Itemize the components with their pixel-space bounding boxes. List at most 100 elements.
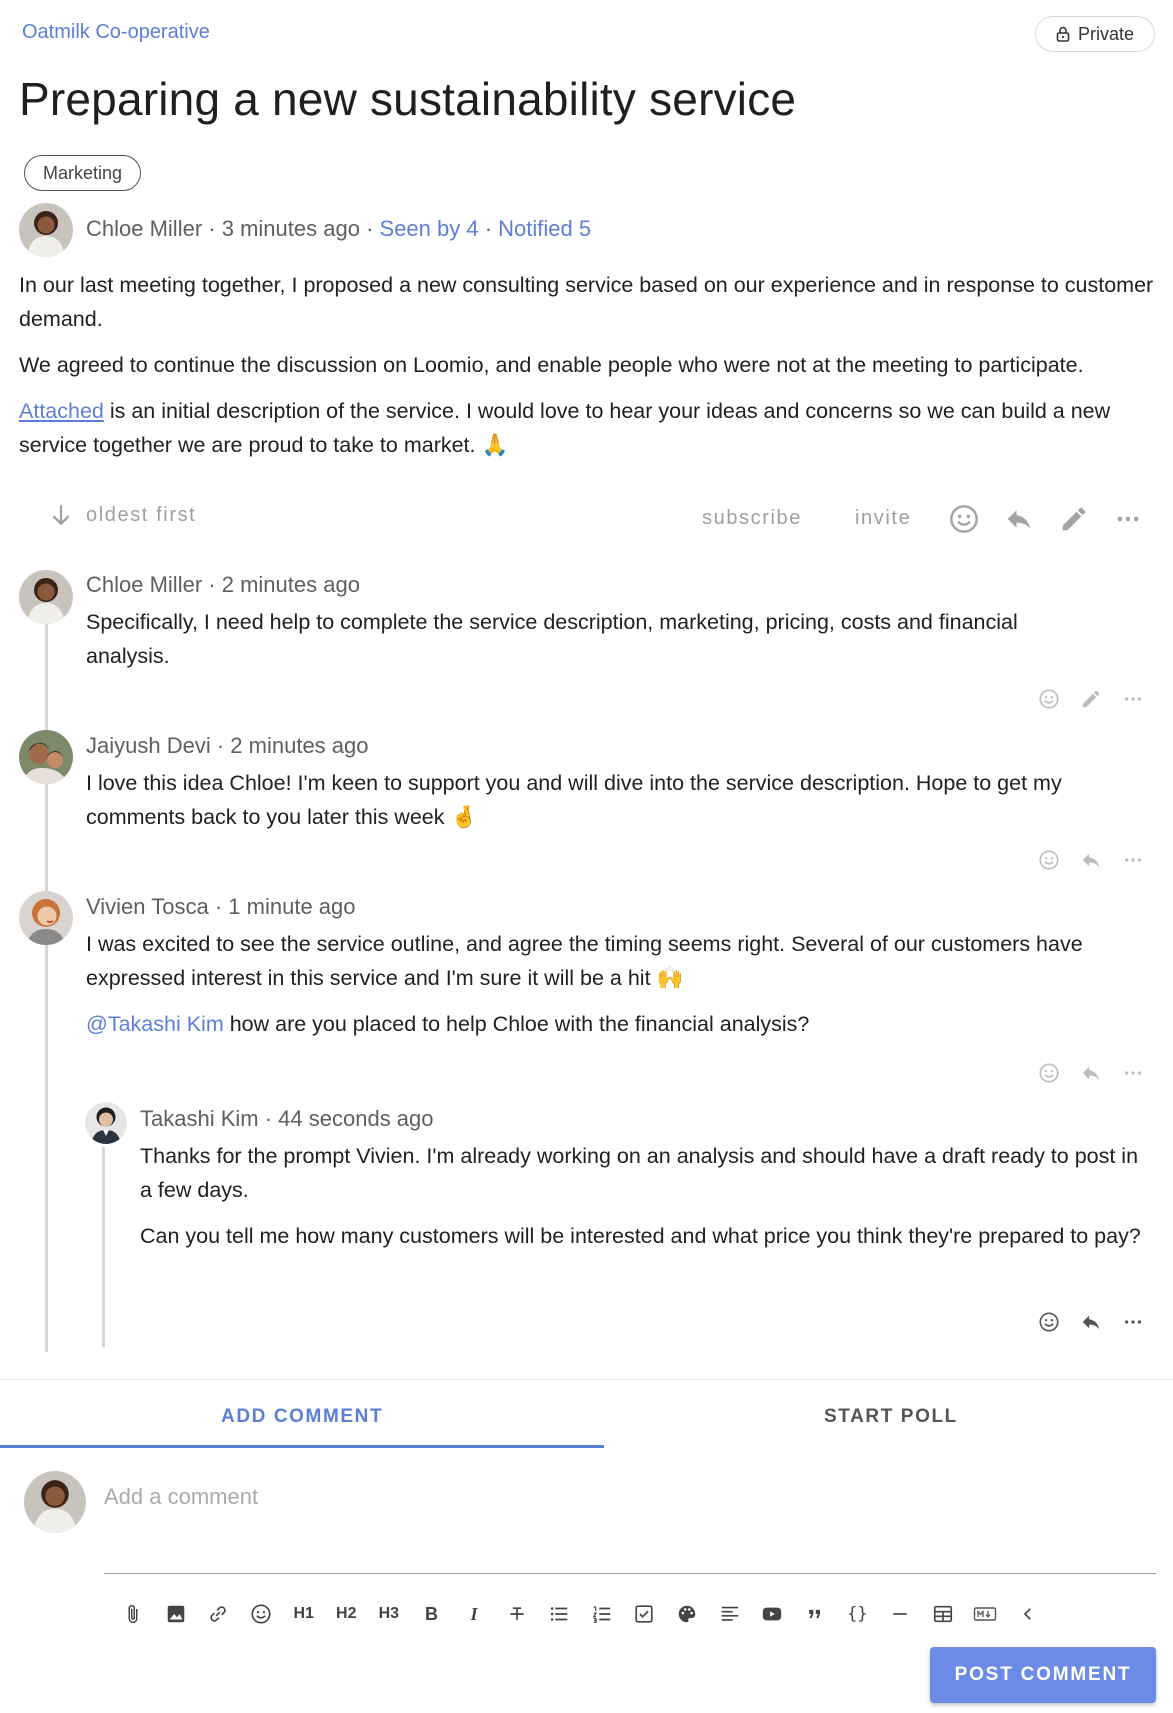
- video-icon: [763, 1607, 782, 1621]
- avatar[interactable]: [19, 730, 73, 784]
- image-icon: [167, 1605, 185, 1623]
- react-button[interactable]: [1035, 1308, 1063, 1336]
- code-button[interactable]: {}: [836, 1597, 879, 1631]
- tab-add-comment[interactable]: ADD COMMENT: [221, 1406, 383, 1428]
- emoji-button[interactable]: [240, 1597, 283, 1631]
- palette-icon: [678, 1605, 696, 1623]
- privacy-label: Private: [1077, 23, 1135, 44]
- more-horiz-icon: [1124, 1071, 1142, 1075]
- author-name[interactable]: Takashi Kim: [140, 1106, 259, 1131]
- quote-button[interactable]: [794, 1597, 837, 1631]
- strikethrough-button[interactable]: [495, 1597, 538, 1631]
- avatar-chloe-image: [24, 1471, 86, 1533]
- heading-3-button[interactable]: H3: [368, 1597, 411, 1631]
- subscribe-button[interactable]: subscribe: [702, 507, 802, 530]
- privacy-chip[interactable]: Private: [1035, 16, 1155, 52]
- react-button[interactable]: [947, 502, 981, 536]
- image-button[interactable]: [155, 1597, 198, 1631]
- reply-button[interactable]: [1002, 502, 1036, 536]
- italic-button[interactable]: I: [453, 1597, 496, 1631]
- table-button[interactable]: [921, 1597, 964, 1631]
- align-button[interactable]: [708, 1597, 751, 1631]
- comment-body: I love this idea Chloe! I'm keen to supp…: [86, 766, 1146, 850]
- attachment-link[interactable]: Attached: [19, 399, 104, 423]
- comment-actions: [1035, 685, 1147, 713]
- lock-icon: [1056, 26, 1070, 42]
- discussion-paragraph: We agreed to continue the discussion on …: [19, 353, 1084, 377]
- comment-meta: Takashi Kim · 44 seconds ago: [140, 1106, 434, 1132]
- more-button[interactable]: [1119, 685, 1147, 713]
- reply-icon: [1082, 1315, 1100, 1330]
- timestamp[interactable]: 2 minutes ago: [230, 733, 368, 758]
- avatar-vivien-image: [19, 891, 73, 945]
- markdown-button[interactable]: [964, 1597, 1007, 1631]
- comment-body: Specifically, I need help to complete th…: [86, 605, 1106, 689]
- author-name[interactable]: Chloe Miller: [86, 572, 202, 597]
- reply-button[interactable]: [1077, 846, 1105, 874]
- heading-2-button[interactable]: H2: [325, 1597, 368, 1631]
- timestamp[interactable]: 44 seconds ago: [278, 1106, 433, 1131]
- horizontal-rule-button[interactable]: [879, 1597, 922, 1631]
- numbered-list-button[interactable]: [581, 1597, 624, 1631]
- reply-button[interactable]: [1077, 1059, 1105, 1087]
- chevron-left-icon: [1023, 1608, 1031, 1620]
- timestamp[interactable]: 1 minute ago: [228, 894, 355, 919]
- more-button[interactable]: [1119, 1308, 1147, 1336]
- comment-actions: [1035, 1308, 1147, 1336]
- tabs-divider: [0, 1379, 1173, 1380]
- comment-actions: [1035, 1059, 1147, 1087]
- sort-toggle[interactable]: oldest first: [48, 502, 196, 528]
- comment-body: Thanks for the prompt Vivien. I'm alread…: [140, 1139, 1150, 1269]
- reply-icon: [1082, 853, 1100, 868]
- avatar[interactable]: [19, 203, 73, 257]
- strikethrough-icon: [509, 1607, 524, 1620]
- more-button[interactable]: [1119, 1059, 1147, 1087]
- notified-link[interactable]: Notified 5: [498, 216, 591, 241]
- sort-label: oldest first: [86, 503, 197, 526]
- avatar[interactable]: [19, 570, 73, 624]
- comment-input[interactable]: Add a comment: [104, 1484, 258, 1510]
- author-name[interactable]: Jaiyush Devi: [86, 733, 211, 758]
- bold-button[interactable]: B: [410, 1597, 453, 1631]
- timestamp[interactable]: 2 minutes ago: [222, 572, 360, 597]
- avatar[interactable]: [85, 1102, 127, 1144]
- bullet-list-button[interactable]: [538, 1597, 581, 1631]
- nested-thread-line: [102, 1147, 105, 1347]
- comment-text: Thanks for the prompt Vivien. I'm alread…: [140, 1144, 1139, 1202]
- comment-meta: Chloe Miller · 2 minutes ago: [86, 572, 360, 598]
- avatar[interactable]: [19, 891, 73, 945]
- post-comment-button[interactable]: POST COMMENT: [930, 1647, 1156, 1703]
- mention-link[interactable]: @Takashi Kim: [86, 1012, 224, 1036]
- attach-icon: [128, 1604, 138, 1624]
- pencil-icon: [1082, 690, 1100, 708]
- collapse-toolbar-button[interactable]: [1006, 1597, 1049, 1631]
- horizontal-rule-icon: [893, 1613, 907, 1615]
- heading-1-button[interactable]: H1: [282, 1597, 325, 1631]
- color-button[interactable]: [666, 1597, 709, 1631]
- react-button[interactable]: [1035, 1059, 1063, 1087]
- more-button[interactable]: [1119, 846, 1147, 874]
- invite-button[interactable]: invite: [855, 507, 911, 530]
- timestamp[interactable]: 3 minutes ago: [222, 216, 360, 241]
- link-button[interactable]: [197, 1597, 240, 1631]
- edit-button[interactable]: [1057, 502, 1091, 536]
- react-button[interactable]: [1035, 685, 1063, 713]
- checklist-button[interactable]: [623, 1597, 666, 1631]
- react-button[interactable]: [1035, 846, 1063, 874]
- meta-separator: ·: [264, 1106, 273, 1131]
- author-name[interactable]: Vivien Tosca: [86, 894, 209, 919]
- attach-button[interactable]: [112, 1597, 155, 1631]
- tab-start-poll[interactable]: START POLL: [824, 1406, 958, 1428]
- author-name[interactable]: Chloe Miller: [86, 216, 202, 241]
- edit-button[interactable]: [1077, 685, 1105, 713]
- more-button[interactable]: [1111, 502, 1145, 536]
- reply-button[interactable]: [1077, 1308, 1105, 1336]
- seen-by-link[interactable]: Seen by 4: [380, 216, 479, 241]
- avatar-chloe-image: [19, 203, 73, 257]
- more-horiz-icon: [1124, 858, 1142, 862]
- video-button[interactable]: [751, 1597, 794, 1631]
- input-underline: [104, 1573, 1156, 1574]
- group-link[interactable]: Oatmilk Co-operative: [22, 21, 210, 44]
- tag-chip[interactable]: Marketing: [24, 155, 142, 191]
- more-horiz-icon: [1124, 1320, 1142, 1324]
